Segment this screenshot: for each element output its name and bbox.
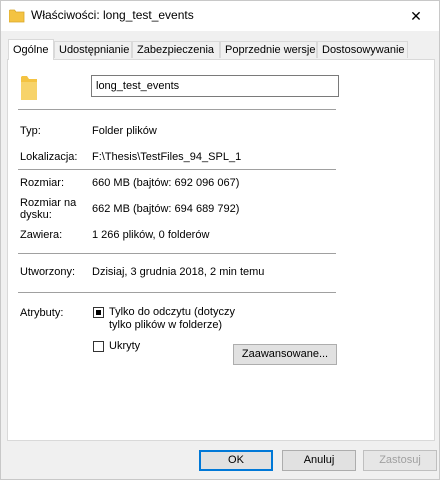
hidden-checkbox[interactable] (93, 341, 104, 352)
folder-icon (21, 76, 37, 100)
separator (18, 253, 336, 254)
title-bar[interactable]: Właściwości: long_test_events ✕ (1, 1, 439, 31)
advanced-button[interactable]: Zaawansowane... (233, 344, 337, 365)
separator (18, 292, 336, 293)
size-on-disk-value: 662 MB (bajtów: 694 689 792) (92, 203, 240, 215)
apply-button[interactable]: Zastosuj (363, 450, 437, 471)
attributes-label: Atrybuty: (20, 307, 64, 319)
created-label: Utworzony: (20, 266, 76, 278)
size-value: 660 MB (bajtów: 692 096 067) (92, 177, 240, 189)
folder-icon (9, 9, 25, 23)
hidden-label: Ukryty (109, 340, 141, 352)
created-value: Dzisiaj, 3 grudnia 2018, 2 min temu (92, 266, 265, 278)
readonly-checkbox[interactable] (93, 307, 104, 318)
type-value: Folder plików (92, 125, 157, 137)
tab-sharing[interactable]: Udostępnianie (54, 41, 132, 58)
separator (18, 169, 336, 170)
tab-previous-versions[interactable]: Poprzednie wersje (220, 41, 317, 58)
location-label: Lokalizacja: (20, 151, 78, 163)
location-value: F:\Thesis\TestFiles_94_SPL_1 (92, 151, 242, 163)
contains-label: Zawiera: (20, 229, 63, 241)
readonly-label: Tylko do odczytu (dotyczy (109, 306, 235, 318)
window-title: Właściwości: long_test_events (31, 8, 194, 22)
tab-security[interactable]: Zabezpieczenia (132, 41, 220, 58)
separator (18, 109, 336, 110)
size-label: Rozmiar: (20, 177, 65, 189)
type-label: Typ: (20, 125, 41, 137)
general-panel (7, 59, 435, 441)
folder-name-input[interactable]: long_test_events (91, 75, 339, 97)
close-button[interactable]: ✕ (393, 1, 439, 31)
properties-window: Właściwości: long_test_events ✕ Ogólne U… (0, 0, 440, 480)
cancel-button[interactable]: Anuluj (282, 450, 356, 471)
contains-value: 1 266 plików, 0 folderów (92, 229, 210, 241)
tab-customize[interactable]: Dostosowywanie (317, 41, 408, 58)
size-on-disk-label: dysku: (20, 209, 52, 221)
ok-button[interactable]: OK (199, 450, 273, 471)
tab-general[interactable]: Ogólne (8, 39, 54, 60)
readonly-label: tylko plików w folderze) (109, 319, 223, 331)
